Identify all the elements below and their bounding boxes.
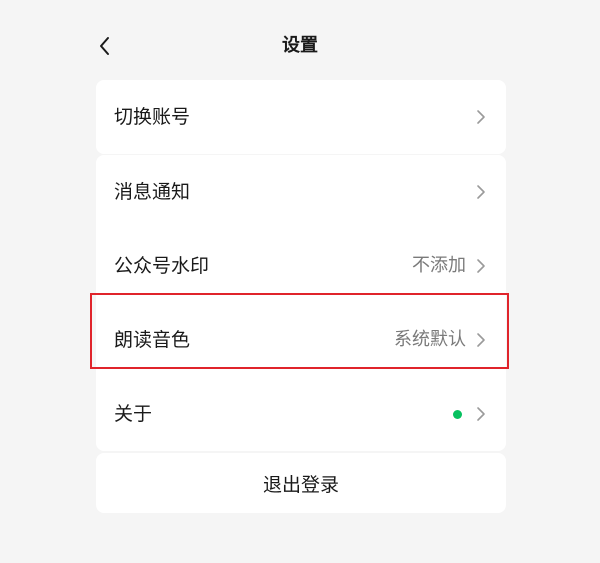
account-card: 切换账号 [96, 80, 506, 154]
settings-card: 消息通知 公众号水印 不添加 朗读音色 系统默认 关于 [96, 155, 506, 451]
row-label: 消息通知 [114, 181, 191, 203]
chevron-right-icon [477, 110, 485, 124]
message-notification-row[interactable]: 消息通知 [96, 155, 506, 229]
official-account-watermark-row[interactable]: 公众号水印 不添加 [96, 229, 506, 303]
row-value: 不添加 [412, 255, 466, 276]
read-aloud-voice-row[interactable]: 朗读音色 系统默认 [96, 303, 506, 377]
row-label: 切换账号 [114, 106, 191, 128]
logout-button[interactable]: 退出登录 [96, 453, 506, 513]
row-value: 系统默认 [394, 329, 466, 350]
row-label: 公众号水印 [114, 255, 210, 277]
top-bar: 设置 [0, 0, 600, 90]
chevron-right-icon [477, 185, 485, 199]
logout-label: 退出登录 [262, 473, 339, 496]
new-indicator-dot [453, 409, 462, 419]
chevron-right-icon [477, 259, 485, 273]
about-row[interactable]: 关于 [96, 377, 506, 451]
page-title: 设置 [282, 35, 318, 56]
row-label: 关于 [114, 403, 153, 425]
chevron-right-icon [477, 407, 485, 421]
chevron-right-icon [477, 333, 485, 347]
switch-account-row[interactable]: 切换账号 [96, 80, 506, 154]
row-label: 朗读音色 [114, 329, 191, 351]
